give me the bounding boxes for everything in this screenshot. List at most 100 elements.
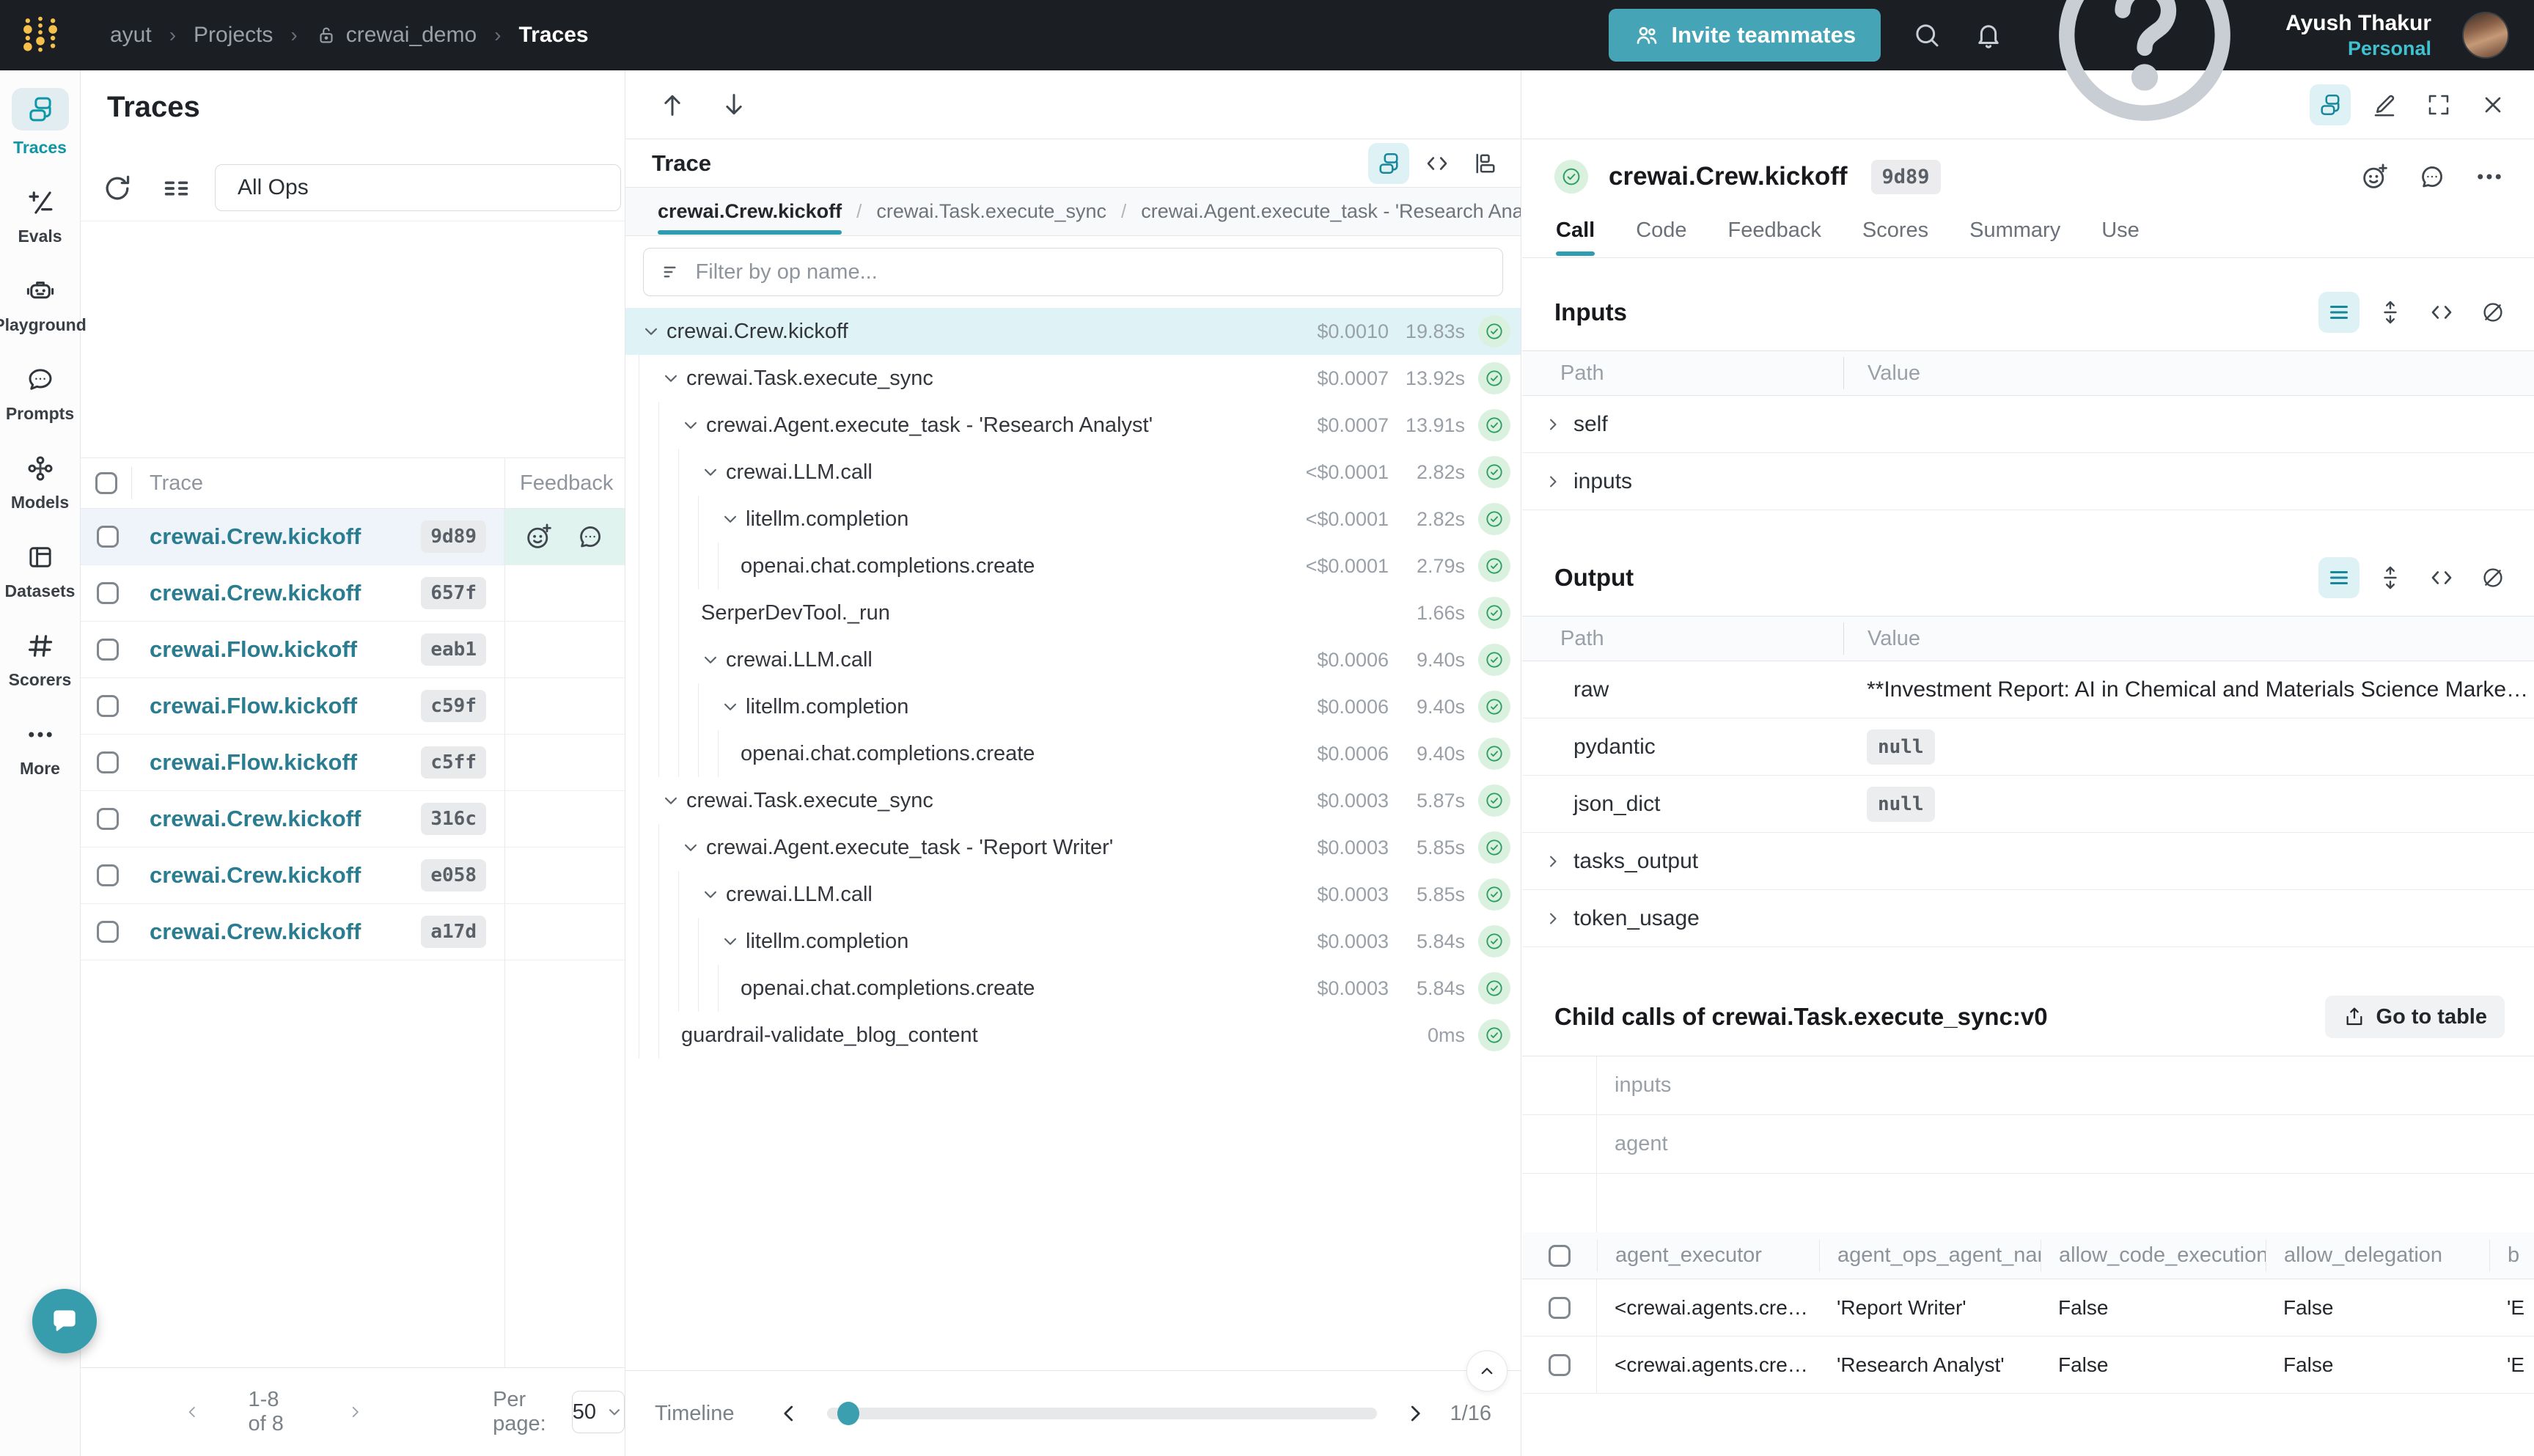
feedback-column-header[interactable]: Feedback: [504, 471, 625, 496]
trace-row[interactable]: crewai.Crew.kickoff657f: [81, 565, 625, 622]
emoji-add-icon[interactable]: [2359, 161, 2390, 192]
column-header[interactable]: agent_ops_agent_nan: [1819, 1240, 2041, 1272]
chevron-right-icon[interactable]: [1543, 414, 1563, 435]
tree-row[interactable]: crewai.Crew.kickoff$0.001019.83s: [625, 308, 1521, 355]
comment-icon[interactable]: [2417, 161, 2447, 192]
code-button[interactable]: [2421, 292, 2462, 333]
bell-icon[interactable]: [1973, 20, 2004, 51]
sidebar-item-evals[interactable]: Evals: [0, 185, 81, 246]
row-checkbox[interactable]: [97, 864, 119, 886]
row-checkbox[interactable]: [1549, 1354, 1571, 1376]
kv-path-label[interactable]: self: [1573, 412, 1608, 437]
timeline-next-icon[interactable]: [1402, 1400, 1428, 1427]
chevron-down-icon[interactable]: [660, 790, 682, 812]
trace-name-link[interactable]: crewai.Flow.kickoff: [132, 693, 426, 719]
sidebar-item-prompts[interactable]: Prompts: [0, 363, 81, 424]
row-checkbox[interactable]: [97, 639, 119, 661]
trace-name-link[interactable]: crewai.Crew.kickoff: [132, 523, 426, 550]
trace-name-link[interactable]: crewai.Crew.kickoff: [132, 862, 426, 889]
sidebar-item-models[interactable]: Models: [0, 452, 81, 512]
child-call-row[interactable]: <crewai.agents.cre…'Research Analyst'Fal…: [1522, 1336, 2534, 1394]
tree-row[interactable]: crewai.Agent.execute_task - 'Report Writ…: [625, 824, 1521, 871]
tab-code[interactable]: Code: [1636, 214, 1686, 256]
timeline-slider[interactable]: [827, 1408, 1377, 1419]
trace-row[interactable]: crewai.Crew.kickoff316c: [81, 791, 625, 848]
chevron-down-icon[interactable]: [719, 930, 741, 952]
chevron-down-icon[interactable]: [660, 367, 682, 389]
trace-crumb-tab[interactable]: crewai.Agent.execute_task - 'Research An…: [1141, 188, 1521, 235]
column-header[interactable]: agent_executor: [1597, 1240, 1819, 1272]
breadcrumb-entity[interactable]: ayut: [110, 23, 152, 48]
call-id-badge[interactable]: 9d89: [1871, 160, 1941, 194]
unfold-button[interactable]: [2370, 292, 2411, 333]
tree-row[interactable]: crewai.LLM.call<$0.00012.82s: [625, 449, 1521, 496]
row-checkbox[interactable]: [97, 526, 119, 548]
sidebar-item-more[interactable]: More: [0, 718, 81, 779]
tab-summary[interactable]: Summary: [1969, 214, 2060, 256]
trace-name-link[interactable]: crewai.Crew.kickoff: [132, 580, 426, 606]
tree-row[interactable]: openai.chat.completions.create$0.00069.4…: [625, 730, 1521, 777]
tree-row[interactable]: guardrail-validate_blog_content0ms: [625, 1012, 1521, 1059]
tree-row[interactable]: openai.chat.completions.create<$0.00012.…: [625, 543, 1521, 589]
kv-path-label[interactable]: inputs: [1573, 469, 1632, 494]
chevron-down-icon[interactable]: [699, 461, 721, 483]
op-filter-input[interactable]: [696, 260, 1486, 284]
user-menu[interactable]: Ayush Thakur Personal: [2285, 10, 2431, 60]
row-checkbox[interactable]: [1549, 1297, 1571, 1319]
flame-graph-button[interactable]: [1465, 143, 1506, 184]
tree-row[interactable]: litellm.completion<$0.00012.82s: [625, 496, 1521, 543]
sidebar-item-datasets[interactable]: Datasets: [0, 540, 81, 601]
chevron-down-icon[interactable]: [640, 320, 662, 342]
ops-filter-select[interactable]: All Ops: [215, 164, 621, 211]
row-checkbox[interactable]: [97, 808, 119, 830]
sidebar-item-playground[interactable]: Playground: [0, 274, 81, 335]
next-call-icon[interactable]: [719, 90, 749, 120]
tree-row[interactable]: SerperDevTool._run1.66s: [625, 589, 1521, 636]
trace-row[interactable]: crewai.Crew.kickoff9d89: [81, 509, 625, 565]
invite-teammates-button[interactable]: Invite teammates: [1609, 9, 1881, 62]
tree-row[interactable]: openai.chat.completions.create$0.00035.8…: [625, 965, 1521, 1012]
emoji-add-icon[interactable]: [524, 521, 554, 552]
chevron-down-icon[interactable]: [719, 508, 741, 530]
trace-row[interactable]: crewai.Flow.kickoffc59f: [81, 678, 625, 735]
sidebar-item-scorers[interactable]: Scorers: [0, 629, 81, 690]
search-icon[interactable]: [1911, 20, 1942, 51]
column-header[interactable]: allow_delegation: [2266, 1240, 2489, 1272]
tree-row[interactable]: crewai.LLM.call$0.00069.40s: [625, 636, 1521, 683]
trace-name-link[interactable]: crewai.Flow.kickoff: [132, 749, 426, 776]
code-view-button[interactable]: [1417, 143, 1458, 184]
tree-row[interactable]: litellm.completion$0.00035.84s: [625, 918, 1521, 965]
chevron-down-icon[interactable]: [680, 837, 702, 858]
chevron-down-icon[interactable]: [719, 696, 741, 718]
page-next-icon[interactable]: [346, 1399, 364, 1425]
trace-row[interactable]: crewai.Flow.kickoffc5ff: [81, 735, 625, 791]
tree-row[interactable]: crewai.LLM.call$0.00035.85s: [625, 871, 1521, 918]
page-prev-icon[interactable]: [183, 1399, 202, 1425]
trace-crumb-tab[interactable]: crewai.Task.execute_sync: [876, 188, 1106, 235]
tab-feedback[interactable]: Feedback: [1728, 214, 1821, 256]
chevron-right-icon[interactable]: [1543, 851, 1563, 872]
trace-column-header[interactable]: Trace: [132, 471, 504, 496]
tab-use[interactable]: Use: [2101, 214, 2140, 256]
select-all-checkbox[interactable]: [95, 472, 117, 494]
row-checkbox[interactable]: [97, 751, 119, 773]
trace-crumb-tab[interactable]: crewai.Crew.kickoff: [658, 188, 842, 235]
eye-off-button[interactable]: [2472, 557, 2513, 598]
op-filter-box[interactable]: [643, 248, 1503, 296]
help-icon[interactable]: [2035, 0, 2255, 145]
child-call-row[interactable]: <crewai.agents.cre…'Report Writer'FalseF…: [1522, 1279, 2534, 1336]
trace-name-link[interactable]: crewai.Flow.kickoff: [132, 636, 426, 663]
breadcrumb-project[interactable]: crewai_demo: [346, 23, 477, 48]
chevron-down-icon[interactable]: [699, 883, 721, 905]
avatar[interactable]: [2462, 12, 2509, 59]
trace-row[interactable]: crewai.Crew.kickoffa17d: [81, 904, 625, 960]
prev-call-icon[interactable]: [658, 90, 687, 120]
tab-call[interactable]: Call: [1556, 214, 1595, 256]
chevron-right-icon[interactable]: [1543, 908, 1563, 929]
row-checkbox[interactable]: [97, 695, 119, 717]
more-dots-icon[interactable]: [2474, 161, 2505, 192]
row-checkbox[interactable]: [97, 921, 119, 943]
refresh-icon[interactable]: [100, 172, 134, 205]
breadcrumb-projects[interactable]: Projects: [194, 23, 273, 48]
collapse-timeline-button[interactable]: [1466, 1350, 1507, 1391]
